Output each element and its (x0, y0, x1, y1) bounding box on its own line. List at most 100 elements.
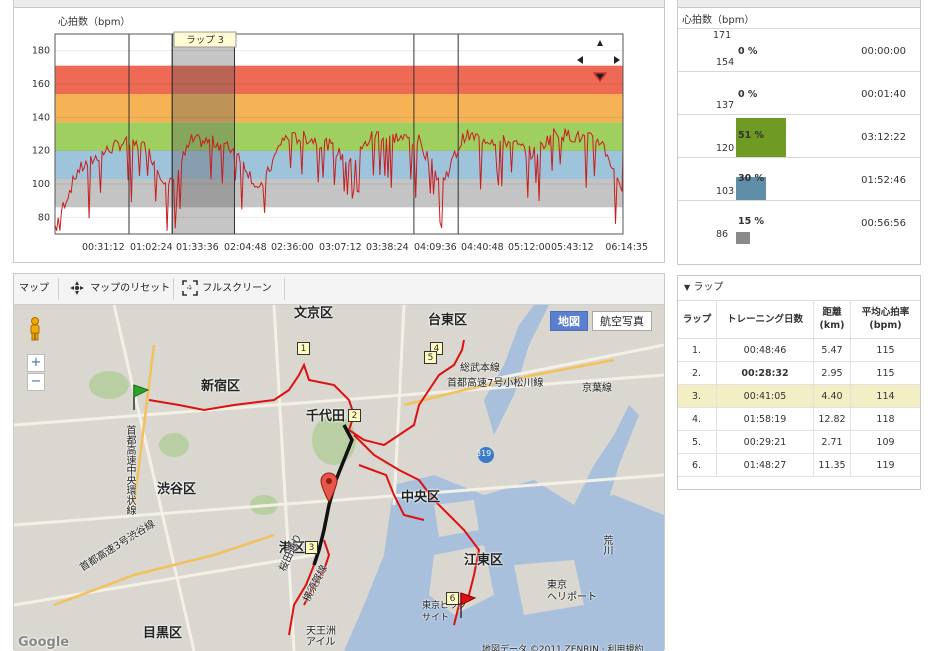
lap-col-header[interactable]: ラップ (678, 300, 717, 339)
lap-avg-hr: 115 (850, 338, 920, 362)
zone-time: 01:52:46 (861, 175, 906, 186)
zone-lower-bound: 103 (716, 186, 735, 197)
pan-up-icon[interactable] (597, 40, 603, 46)
lap-distance: 11.35 (813, 453, 851, 477)
y-tick-label: 80 (38, 212, 50, 223)
zone-percent: 15 % (738, 216, 765, 227)
lap-avg-hr: 119 (850, 453, 920, 477)
x-tick-label: 06:14:35 (605, 242, 648, 253)
fullscreen-label: フルスクリーン (202, 283, 272, 294)
lap-marker-1[interactable]: 1 (297, 342, 310, 355)
map-label-tennozu: 天王洲 アイル (306, 626, 336, 648)
hr-zone-band (55, 94, 623, 123)
lap-distance: 2.71 (813, 430, 851, 454)
zone-lower-bound: 86 (716, 229, 729, 240)
lap-row[interactable]: 3. 00:41:05 4.40 114 (678, 384, 920, 408)
map-label-chiyoda: 千代田 (306, 409, 346, 424)
y-tick-label: 160 (32, 79, 50, 90)
distance-col-header[interactable]: 距離 (km) (813, 300, 851, 339)
lap-marker-3[interactable]: 3 (305, 541, 318, 554)
x-tick-label: 03:07:12 (319, 242, 362, 253)
heart-rate-panel: 心拍数（bpm） 180 160 140 120 100 80 00:31:12 01:02… (13, 0, 665, 263)
avg-hr-col-header[interactable]: 平均心拍率 (bpm) (850, 300, 920, 339)
finish-flag-icon (457, 591, 479, 623)
lap-avg-hr: 115 (850, 361, 920, 385)
y-tick-label: 140 (32, 112, 50, 123)
map-toolbar: マップ マップのリセット フルスクリーン (14, 274, 664, 305)
map-label-shibuya: 渋谷区 (157, 482, 197, 497)
zone-lower-bound: 137 (716, 100, 735, 111)
map-panel: マップ マップのリセット フルスクリーン 319 文京区 台東区 新宿区 千代田… (13, 273, 665, 651)
map-title: マップ (19, 283, 49, 294)
zoom-in-button[interactable]: + (27, 354, 45, 372)
map-type-map-button[interactable]: 地図 (550, 311, 588, 331)
lap-time: 00:48:46 (716, 338, 814, 362)
lap-time: 00:28:32 (716, 361, 814, 385)
zone-percent: 30 % (738, 173, 765, 184)
lap-avg-hr: 109 (850, 430, 920, 454)
zone-percent: 0 % (738, 46, 758, 57)
lap-row[interactable]: 4. 01:58:19 12.82 118 (678, 407, 920, 431)
lap-row[interactable]: 6. 01:48:27 11.35 119 (678, 453, 920, 477)
lap-table: ラップ トレーニング日数 距離 (km) 平均心拍率 (bpm) 1. 00:48… (678, 300, 920, 477)
map-view[interactable]: 319 文京区 台東区 新宿区 千代田 渋谷区 中央区 港区 江東区 目黒区 総… (14, 305, 664, 651)
lap-marker-6[interactable]: 6 (446, 592, 459, 605)
highlighted-lap-region[interactable] (172, 34, 235, 234)
map-label-shinjuku: 新宿区 (201, 379, 241, 394)
y-tick-label: 100 (32, 179, 50, 190)
x-tick-label: 05:43:12 (551, 242, 594, 253)
map-label-sobu: 総武本線 (460, 363, 500, 374)
fullscreen-button[interactable]: フルスクリーン (181, 274, 272, 304)
street-view-pegman-icon[interactable] (28, 317, 42, 341)
lap-label-text: ラップ 3 (186, 35, 224, 46)
pan-right-icon[interactable] (614, 56, 620, 64)
lap-panel-header[interactable]: ▼ ラップ (678, 276, 920, 301)
reset-map-button[interactable]: マップのリセット (67, 274, 170, 304)
zone-time: 00:00:00 (861, 46, 906, 57)
toolbar-divider (284, 278, 285, 300)
x-tick-label: 01:33:36 (176, 242, 219, 253)
lap-row[interactable]: 5. 00:29:21 2.71 109 (678, 430, 920, 454)
lap-distance: 4.40 (813, 384, 851, 408)
map-label-heliport: 東京 ヘリポート (547, 580, 597, 603)
x-tick-label: 04:09:36 (414, 242, 457, 253)
lap-marker-2[interactable]: 2 (348, 409, 361, 422)
zone-row: 0 % 154 00:00:00 (678, 28, 920, 72)
lap-marker-5[interactable]: 5 (424, 351, 437, 364)
x-tick-label: 02:36:00 (271, 242, 314, 253)
toolbar-divider (58, 278, 59, 300)
zone-time: 00:56:56 (861, 218, 906, 229)
map-label-taito: 台東区 (428, 313, 468, 328)
time-col-header[interactable]: トレーニング日数 (716, 300, 814, 339)
x-tick-label: 04:40:48 (461, 242, 504, 253)
route-319-label: 319 (476, 449, 492, 458)
x-tick-label: 00:31:12 (82, 242, 125, 253)
lap-row[interactable]: 2. 00:28:32 2.95 115 (678, 361, 920, 385)
heart-rate-chart[interactable]: 180 160 140 120 100 80 00:31:12 01:02:24 01:33:… (14, 0, 664, 262)
x-tick-label: 03:38:24 (366, 242, 409, 253)
lap-number: 4. (678, 407, 717, 431)
lap-row[interactable]: 1. 00:48:46 5.47 115 (678, 338, 920, 362)
pan-left-icon[interactable] (577, 56, 583, 64)
lap-distance: 5.47 (813, 338, 851, 362)
zones-panel-top (678, 0, 920, 8)
y-tick-label: 120 (32, 146, 50, 157)
map-label-shuto7: 首都高速7号小松川線 (447, 378, 544, 389)
map-type-aerial-button[interactable]: 航空写真 (592, 311, 652, 331)
current-position-pin-icon[interactable] (319, 471, 339, 507)
start-flag-icon (130, 383, 152, 415)
zone-time: 00:01:40 (861, 89, 906, 100)
lap-number: 6. (678, 453, 717, 477)
map-label-arakawa: 荒川 (601, 535, 612, 555)
map-label-keiyo: 京葉線 (582, 383, 612, 394)
lap-number: 3. (678, 384, 717, 408)
zone-row: 15 % 86 00:56:56 (678, 200, 920, 244)
zoom-out-button[interactable]: − (27, 373, 45, 391)
reset-map-icon (70, 281, 84, 295)
collapse-triangle-icon[interactable]: ▼ (684, 283, 690, 292)
lap-panel-title: ラップ (693, 282, 724, 293)
lap-panel: ▼ ラップ ラップ トレーニング日数 距離 (km) 平均心拍率 (bpm) 1… (677, 275, 921, 490)
zone-row: 30 % 103 01:52:46 (678, 157, 920, 201)
hr-zone-band (55, 65, 623, 94)
lap-distance: 12.82 (813, 407, 851, 431)
